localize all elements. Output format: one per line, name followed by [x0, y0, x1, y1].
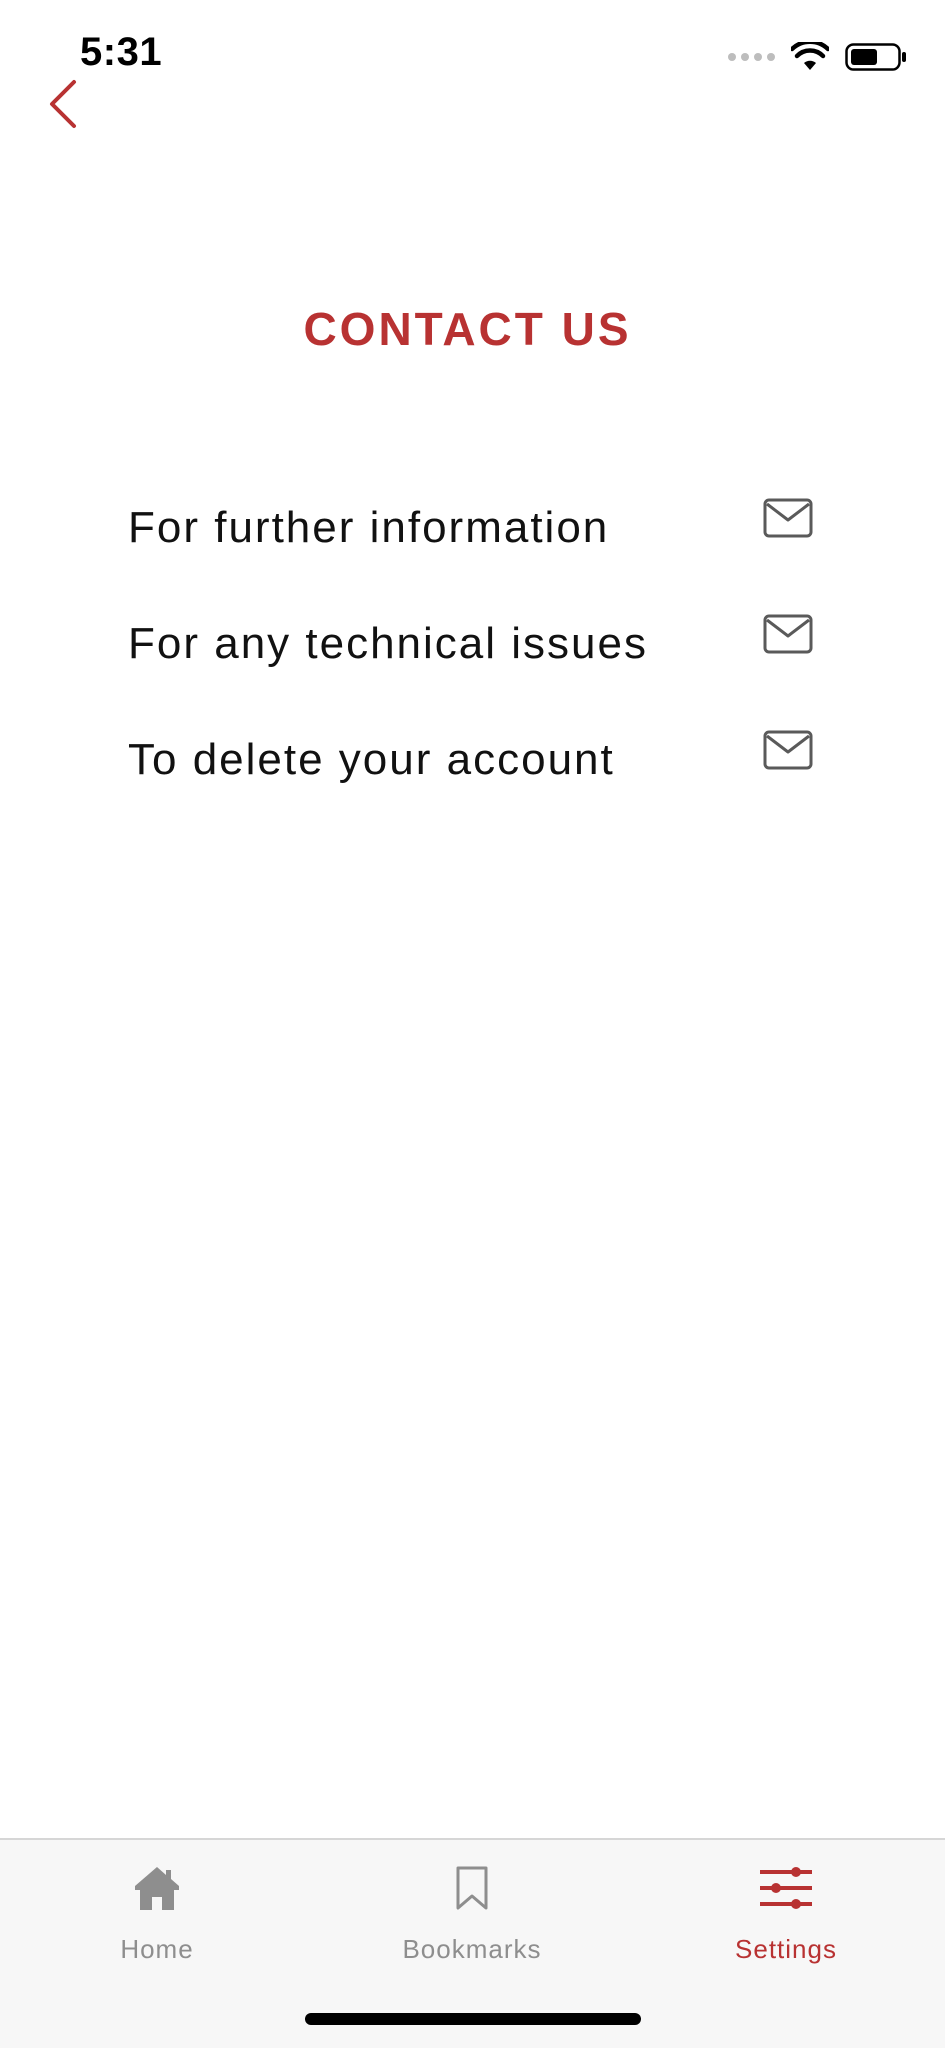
status-time: 5:31 — [80, 30, 163, 74]
tab-label: Settings — [735, 1934, 837, 1964]
back-button[interactable] — [44, 78, 84, 130]
chevron-left-icon — [50, 80, 76, 128]
tab-home[interactable]: Home — [57, 1858, 257, 1965]
home-icon — [135, 1867, 179, 1910]
tab-settings[interactable]: Settings — [686, 1858, 886, 1965]
contact-us-screen: 5:31 CONTACT US For further information — [0, 0, 945, 2048]
contact-list: For further information For any technica… — [128, 470, 828, 818]
contact-label: For further information — [128, 503, 610, 552]
tab-label: Home — [120, 1934, 194, 1964]
sliders-icon — [760, 1867, 812, 1909]
contact-row-further-information[interactable]: For further information — [128, 470, 828, 586]
page-title: CONTACT US — [303, 303, 632, 355]
contact-label: To delete your account — [128, 735, 615, 784]
tab-bookmarks[interactable]: Bookmarks — [372, 1858, 572, 1965]
tab-label: Bookmarks — [402, 1934, 542, 1964]
contact-row-technical-issues[interactable]: For any technical issues — [128, 586, 828, 702]
contact-row-delete-account[interactable]: To delete your account — [128, 702, 828, 818]
mail-icon[interactable] — [763, 614, 813, 654]
mail-icon[interactable] — [763, 498, 813, 538]
cellular-signal-icon — [728, 53, 775, 61]
contact-label: For any technical issues — [128, 619, 648, 668]
bookmark-icon — [456, 1866, 488, 1910]
status-icons — [728, 42, 907, 72]
mail-icon[interactable] — [763, 730, 813, 770]
home-indicator — [305, 2013, 641, 2025]
wifi-icon — [791, 42, 829, 70]
battery-icon — [845, 43, 906, 71]
